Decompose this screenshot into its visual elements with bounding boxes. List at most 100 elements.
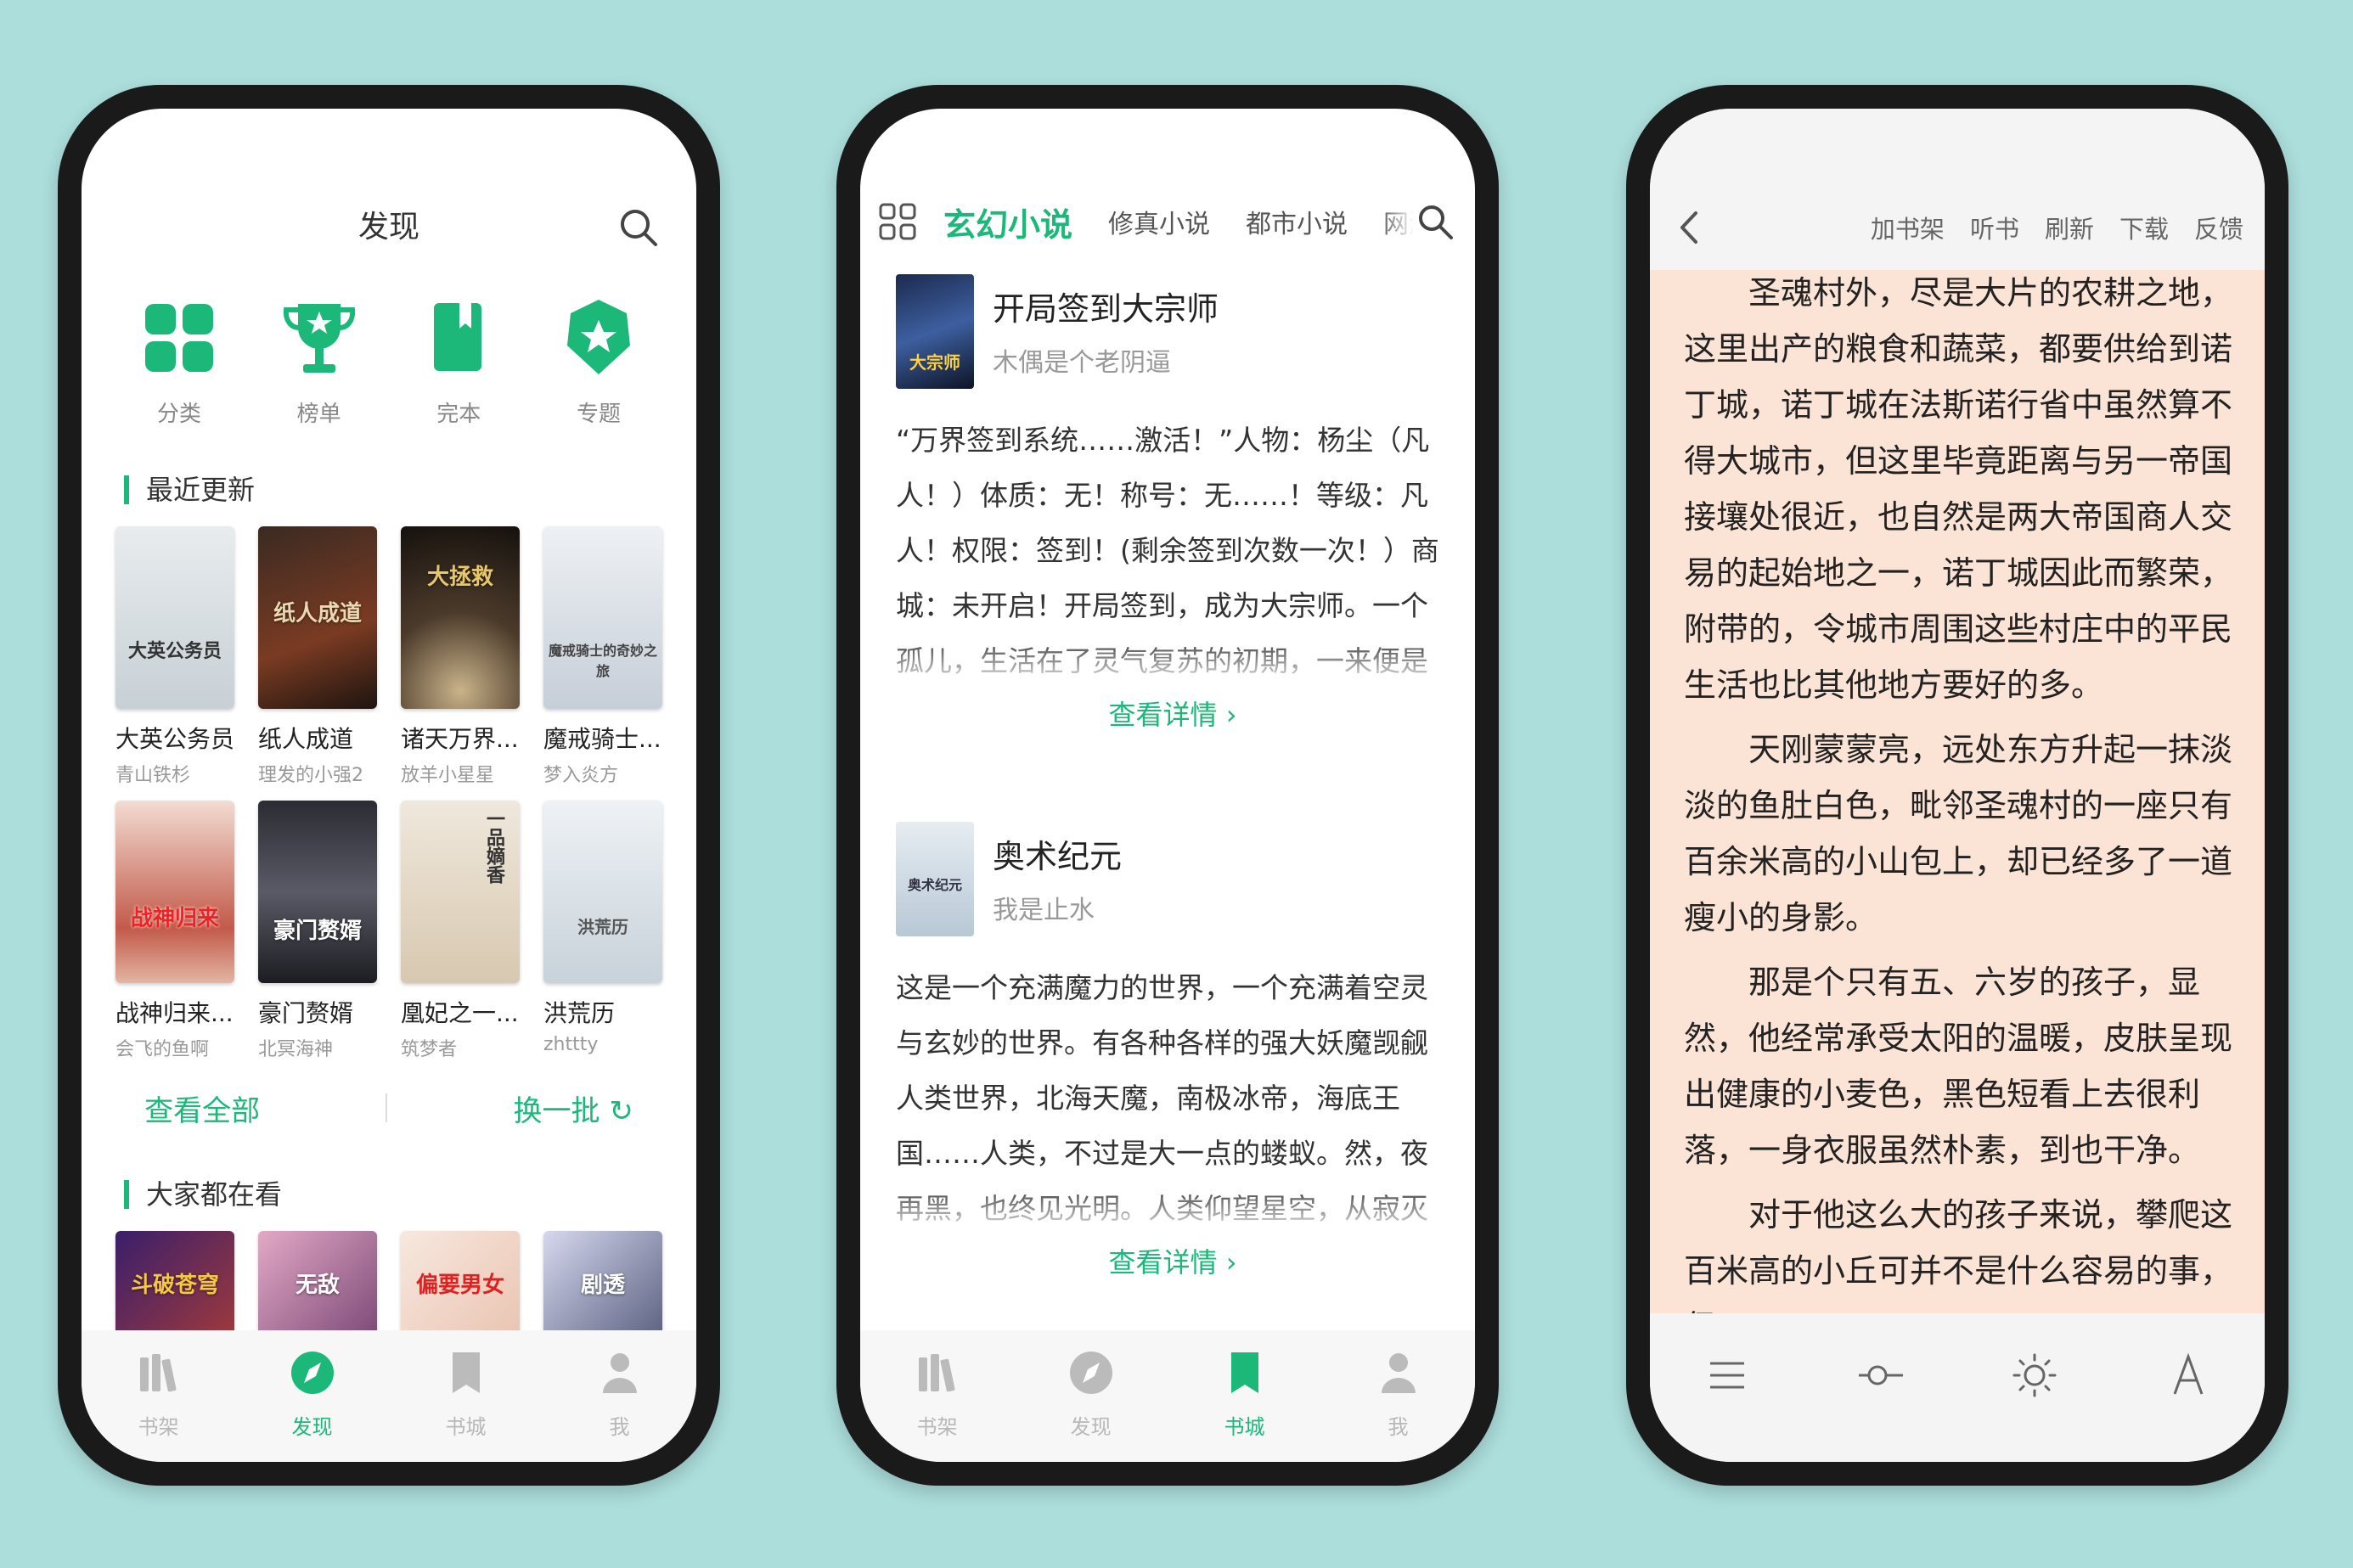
progress-icon[interactable] xyxy=(1855,1350,1906,1401)
tab-store[interactable]: 书城 xyxy=(419,1347,513,1462)
tab-bookshelf[interactable]: 书架 xyxy=(891,1347,984,1462)
tab-discover[interactable]: 发现 xyxy=(266,1347,359,1462)
book-title: 纸人成道 xyxy=(258,725,354,753)
book-title: 奥术纪元 xyxy=(993,838,1123,875)
view-all-link[interactable]: 查看全部 xyxy=(144,1087,260,1129)
refresh-icon: ↻ xyxy=(609,1093,633,1128)
book-title: 魔戒骑士... xyxy=(543,725,661,753)
tab-label: 我 xyxy=(1388,1415,1409,1439)
book-author: 筑梦者 xyxy=(401,1039,458,1060)
quick-label: 榜单 xyxy=(296,402,341,427)
quick-category[interactable]: 分类 xyxy=(115,291,243,428)
refresh-batch-link[interactable]: 换一批 ↻ xyxy=(514,1087,633,1129)
card-head: 奥术纪元 奥术纪元 我是止水 xyxy=(896,822,1450,936)
tab-discover[interactable]: 发现 xyxy=(1044,1347,1138,1462)
book-title: 豪门赘婿 xyxy=(258,999,354,1027)
menu-icon[interactable] xyxy=(1702,1350,1753,1401)
tab-label: 发现 xyxy=(291,1415,333,1439)
reader-toolbar: 加书架 听书 刷新 下载 反馈 xyxy=(1650,185,2265,270)
paragraph: 天刚蒙蒙亮，远处东方升起一抹淡淡的鱼肚白色，毗邻圣魂村的一座只有百余米高的小山包… xyxy=(1684,731,2233,936)
book-cover: 大拯救 xyxy=(401,526,520,709)
card-meta: 开局签到大宗师 木偶是个老阴逼 xyxy=(993,274,1219,379)
search-icon[interactable] xyxy=(1414,200,1456,243)
page-title: 发现 xyxy=(357,210,419,244)
book-item[interactable]: 豪门赘婿 豪门赘婿 北冥海神 xyxy=(258,801,377,1061)
quick-finished[interactable]: 完本 xyxy=(395,291,522,428)
brightness-icon[interactable] xyxy=(2009,1350,2060,1401)
tab-xuanhuan[interactable]: 玄幻小说 xyxy=(943,199,1072,245)
book-author: zhttty xyxy=(543,1034,599,1055)
trophy-icon xyxy=(283,304,355,373)
compass-icon xyxy=(1069,1352,1112,1394)
tab-bookshelf[interactable]: 书架 xyxy=(112,1347,205,1462)
book-cover: 魔戒骑士的奇妙之旅 xyxy=(543,526,662,709)
book-cover: 豪门赘婿 xyxy=(258,801,377,983)
refresh-button[interactable]: 刷新 xyxy=(2045,210,2094,245)
book-item[interactable]: 大拯救 诸天万界... 放羊小星星 xyxy=(401,526,520,787)
view-detail-link[interactable]: 查看详情 › xyxy=(896,1241,1450,1280)
view-detail-link[interactable]: 查看详情 › xyxy=(896,694,1450,733)
tab-label: 书架 xyxy=(916,1415,958,1439)
book-title: 诸天万界... xyxy=(401,725,519,753)
book-item[interactable]: 纸人成道 纸人成道 理发的小强2 xyxy=(258,526,377,787)
book-author: 放羊小星星 xyxy=(401,765,495,786)
reader-actions: 加书架 听书 刷新 下载 反馈 xyxy=(1845,210,2243,245)
book-author: 北冥海神 xyxy=(258,1039,334,1060)
divider xyxy=(386,1093,388,1122)
phone-discover: 发现 分类 榜单 完本 专题 最近更新 大英公务员 大英公务员 青山铁杉 纸人成… xyxy=(58,85,720,1486)
book-card[interactable]: 大宗师 开局签到大宗师 木偶是个老阴逼 “万界签到系统……激活！”人物：杨尘（凡… xyxy=(896,274,1450,733)
feedback-button[interactable]: 反馈 xyxy=(2194,210,2243,245)
refresh-label: 换一批 xyxy=(513,1093,600,1128)
book-cover: 大英公务员 xyxy=(115,526,234,709)
book-item[interactable]: 一品嫡香 凰妃之一... 筑梦者 xyxy=(401,801,520,1061)
book-description: “万界签到系统……激活！”人物：杨尘（凡人！）体质：无！称号：无……！等级：凡人… xyxy=(896,413,1450,688)
book-author: 会飞的鱼啊 xyxy=(115,1039,210,1060)
detail-label: 查看详情 xyxy=(1108,1246,1218,1279)
tab-label: 书城 xyxy=(1224,1415,1265,1439)
quick-ranking[interactable]: 榜单 xyxy=(256,291,383,428)
font-icon[interactable] xyxy=(2163,1350,2214,1401)
add-to-shelf-button[interactable]: 加书架 xyxy=(1871,210,1945,245)
tab-xiuzhen[interactable]: 修真小说 xyxy=(1108,203,1210,240)
phone-store: 玄幻小说 修真小说 都市小说 网游 大宗师 开局签到大宗师 木偶是个老阴逼 “万… xyxy=(836,85,1499,1486)
book-card[interactable]: 奥术纪元 奥术纪元 我是止水 这是一个充满魔力的世界，一个充满着空灵与玄妙的世界… xyxy=(896,822,1450,1280)
book-cover: 奥术纪元 xyxy=(896,822,974,936)
bottom-tab-bar: 书架 发现 书城 我 xyxy=(82,1330,696,1462)
book-title: 大英公务员 xyxy=(115,725,234,753)
category-menu-icon[interactable] xyxy=(877,201,918,242)
paragraph: 圣魂村外，尽是大片的农耕之地，这里出产的粮食和蔬菜，都要供给到诺丁城，诺丁城在法… xyxy=(1684,274,2233,704)
user-icon xyxy=(602,1353,637,1393)
book-author: 青山铁杉 xyxy=(115,765,191,786)
quick-topics[interactable]: 专题 xyxy=(535,291,662,428)
book-cover: 大宗师 xyxy=(896,274,974,389)
quick-links: 分类 榜单 完本 专题 xyxy=(115,291,662,428)
book-author: 理发的小强2 xyxy=(258,765,363,786)
section-recent-title: 最近更新 xyxy=(124,475,255,504)
book-cover: 纸人成道 xyxy=(258,526,377,709)
bookshelf-icon xyxy=(918,1354,954,1392)
bookmark-icon xyxy=(452,1352,480,1393)
book-item[interactable]: 大英公务员 大英公务员 青山铁杉 xyxy=(115,526,234,787)
book-title: 开局签到大宗师 xyxy=(993,290,1219,328)
listen-button[interactable]: 听书 xyxy=(1970,210,2019,245)
reader-content: 圣魂村外，尽是大片的农耕之地，这里出产的粮食和蔬菜，都要供给到诺丁城，诺丁城在法… xyxy=(1650,270,2265,1313)
section-popular-title: 大家都在看 xyxy=(124,1180,282,1209)
search-icon[interactable] xyxy=(615,204,662,251)
back-icon[interactable] xyxy=(1669,206,1711,249)
book-cover: 一品嫡香 xyxy=(401,801,520,983)
card-meta: 奥术纪元 我是止水 xyxy=(993,822,1122,926)
tab-me[interactable]: 我 xyxy=(1352,1347,1445,1462)
book-item[interactable]: 战神归来 战神归来... 会飞的鱼啊 xyxy=(115,801,234,1061)
tab-me[interactable]: 我 xyxy=(573,1347,667,1462)
status-bar xyxy=(1650,109,2265,185)
tabs-fade xyxy=(1380,194,1414,253)
quick-label: 完本 xyxy=(436,402,481,427)
download-button[interactable]: 下载 xyxy=(2119,210,2169,245)
book-item[interactable]: 洪荒历 洪荒历 zhttty xyxy=(543,801,662,1061)
book-item[interactable]: 魔戒骑士的奇妙之旅 魔戒骑士... 梦入炎方 xyxy=(543,526,662,787)
recent-books-row-2: 战神归来 战神归来... 会飞的鱼啊 豪门赘婿 豪门赘婿 北冥海神 一品嫡香 凰… xyxy=(115,801,662,1061)
bookmark-book-icon xyxy=(434,303,482,371)
tab-dushi[interactable]: 都市小说 xyxy=(1246,203,1348,240)
tab-store[interactable]: 书城 xyxy=(1198,1347,1292,1462)
paragraph: 对于他这么大的孩子来说，攀爬这百米高的小丘可并不是什么容易的事，但 xyxy=(1684,1196,2233,1313)
